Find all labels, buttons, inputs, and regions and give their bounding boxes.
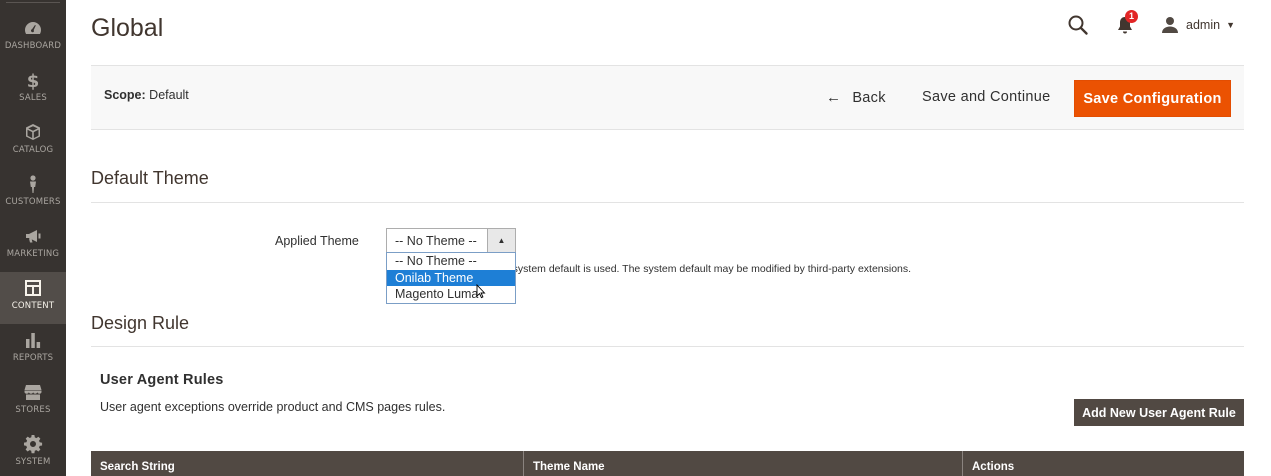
- applied-theme-select[interactable]: -- No Theme -- ▲: [386, 228, 516, 253]
- sidebar-item-label: MARKETING: [6, 249, 60, 259]
- save-and-continue-button[interactable]: Save and Continue: [922, 89, 1050, 105]
- admin-sidebar: DASHBOARD $ SALES CATALOG CUSTOMERS MARK…: [0, 0, 66, 476]
- column-header-search-string: Search String: [91, 451, 524, 476]
- design-rule-section-title[interactable]: Design Rule: [91, 313, 189, 334]
- section-divider: [91, 346, 1244, 347]
- sidebar-item-reports[interactable]: REPORTS: [0, 324, 66, 376]
- sidebar-item-content[interactable]: CONTENT: [0, 272, 66, 324]
- user-icon: [1162, 17, 1179, 33]
- arrow-left-icon: ←: [826, 89, 842, 106]
- sidebar-item-dashboard[interactable]: DASHBOARD: [0, 12, 66, 64]
- page-title: Global: [91, 14, 164, 42]
- storefront-icon: [23, 382, 43, 402]
- column-header-actions: Actions: [972, 461, 1015, 473]
- scope-label: Scope:: [104, 88, 146, 102]
- column-header-theme-name: Theme Name: [524, 451, 963, 476]
- scope-indicator: Scope: Default: [104, 88, 189, 102]
- back-button[interactable]: ← Back: [826, 89, 886, 106]
- user-account-menu[interactable]: admin ▼: [1161, 16, 1235, 34]
- sidebar-item-sales[interactable]: $ SALES: [0, 64, 66, 116]
- notifications-button[interactable]: 1: [1115, 10, 1139, 36]
- applied-theme-selected-value: -- No Theme --: [395, 234, 477, 248]
- theme-option-magento-luma[interactable]: Magento Luma: [387, 286, 515, 303]
- add-user-agent-rule-button[interactable]: Add New User Agent Rule: [1074, 399, 1244, 426]
- scope-value: Default: [149, 88, 189, 102]
- notification-count-badge: 1: [1125, 10, 1139, 23]
- sidebar-item-label: REPORTS: [12, 353, 54, 363]
- sidebar-item-system[interactable]: SYSTEM: [0, 428, 66, 476]
- gear-icon: [23, 434, 43, 454]
- sidebar-item-label: DASHBOARD: [4, 41, 62, 51]
- dollar-icon: $: [23, 70, 43, 92]
- page-actions-bar: Scope: Default ← Back Save and Continue …: [91, 65, 1244, 130]
- applied-theme-label: Applied Theme: [275, 234, 359, 248]
- sidebar-item-label: CUSTOMERS: [5, 197, 61, 207]
- chevron-up-icon[interactable]: ▲: [487, 229, 515, 252]
- dashboard-icon: [23, 18, 43, 38]
- person-icon: [23, 174, 43, 194]
- megaphone-icon: [23, 226, 43, 246]
- sidebar-item-stores[interactable]: STORES: [0, 376, 66, 428]
- sidebar-item-label: STORES: [15, 405, 51, 415]
- default-theme-section-title[interactable]: Default Theme: [91, 168, 209, 189]
- header-tools: 1 admin ▼: [1067, 10, 1235, 38]
- sidebar-item-label: CATALOG: [12, 145, 54, 155]
- theme-option-onilab[interactable]: Onilab Theme: [387, 269, 515, 286]
- mouse-pointer-icon: [476, 284, 486, 299]
- sidebar-item-marketing[interactable]: MARKETING: [0, 220, 66, 272]
- chevron-down-icon: ▼: [1226, 20, 1235, 30]
- sidebar-item-label: CONTENT: [11, 301, 55, 311]
- bar-chart-icon: [23, 330, 43, 350]
- svg-text:$: $: [27, 71, 40, 90]
- layout-icon: [23, 278, 43, 298]
- sidebar-item-catalog[interactable]: CATALOG: [0, 116, 66, 168]
- search-icon[interactable]: [1067, 14, 1089, 36]
- cube-icon: [23, 122, 43, 142]
- sidebar-item-customers[interactable]: CUSTOMERS: [0, 168, 66, 220]
- user-agent-rules-title: User Agent Rules: [100, 372, 224, 388]
- theme-option-no-theme[interactable]: -- No Theme --: [387, 253, 515, 270]
- user-agent-rules-description: User agent exceptions override product a…: [100, 400, 446, 414]
- sidebar-item-label: SALES: [19, 93, 47, 103]
- section-divider: [91, 202, 1244, 203]
- sidebar-item-label: SYSTEM: [15, 457, 51, 467]
- sidebar-top-divider: [6, 2, 60, 3]
- user-name: admin: [1186, 18, 1221, 32]
- user-agent-rules-table-header: Search String Theme Name Actions: [91, 451, 1244, 476]
- back-button-label: Back: [852, 89, 886, 106]
- save-configuration-button[interactable]: Save Configuration: [1074, 80, 1231, 117]
- applied-theme-options-list: -- No Theme -- Onilab Theme Magento Luma: [386, 252, 516, 304]
